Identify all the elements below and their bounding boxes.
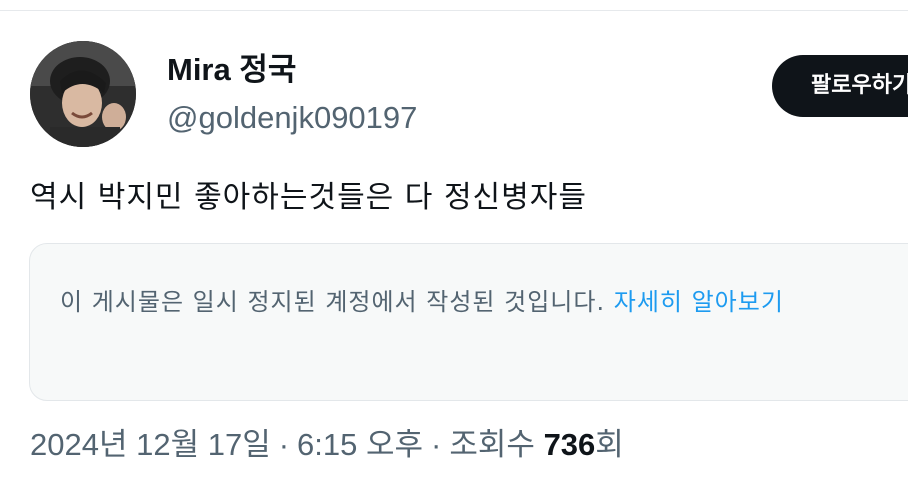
tweet-meta: 2024년 12월 17일 · 6:15 오후 · 조회수 736회 xyxy=(30,422,624,468)
notice-message: 이 게시물은 일시 정지된 계정에서 작성된 것입니다. xyxy=(60,288,606,316)
avatar[interactable] xyxy=(30,41,136,147)
avatar-photo xyxy=(30,41,136,147)
post-date[interactable]: 2024년 12월 17일 xyxy=(30,427,271,462)
post-time[interactable]: 6:15 오후 xyxy=(297,427,423,462)
separator-dot: · xyxy=(431,427,442,462)
notice-text: 이 게시물은 일시 정지된 계정에서 작성된 것입니다. 자세히 알아보기 xyxy=(60,280,908,324)
top-divider xyxy=(0,10,908,11)
views-count: 736 xyxy=(543,427,596,462)
views-label: 조회수 xyxy=(449,427,535,462)
display-name[interactable]: Mira 정국 xyxy=(167,50,296,90)
follow-button[interactable]: 팔로우하기 xyxy=(772,55,908,117)
user-handle[interactable]: @goldenjk090197 xyxy=(167,98,417,138)
tweet-text: 역시 박지민 좋아하는것들은 다 정신병자들 xyxy=(30,180,587,215)
separator-dot: · xyxy=(278,427,290,462)
suspended-account-notice: 이 게시물은 일시 정지된 계정에서 작성된 것입니다. 자세히 알아보기 xyxy=(29,243,908,401)
learn-more-link[interactable]: 자세히 알아보기 xyxy=(614,288,784,316)
views-suffix: 회 xyxy=(595,427,624,462)
